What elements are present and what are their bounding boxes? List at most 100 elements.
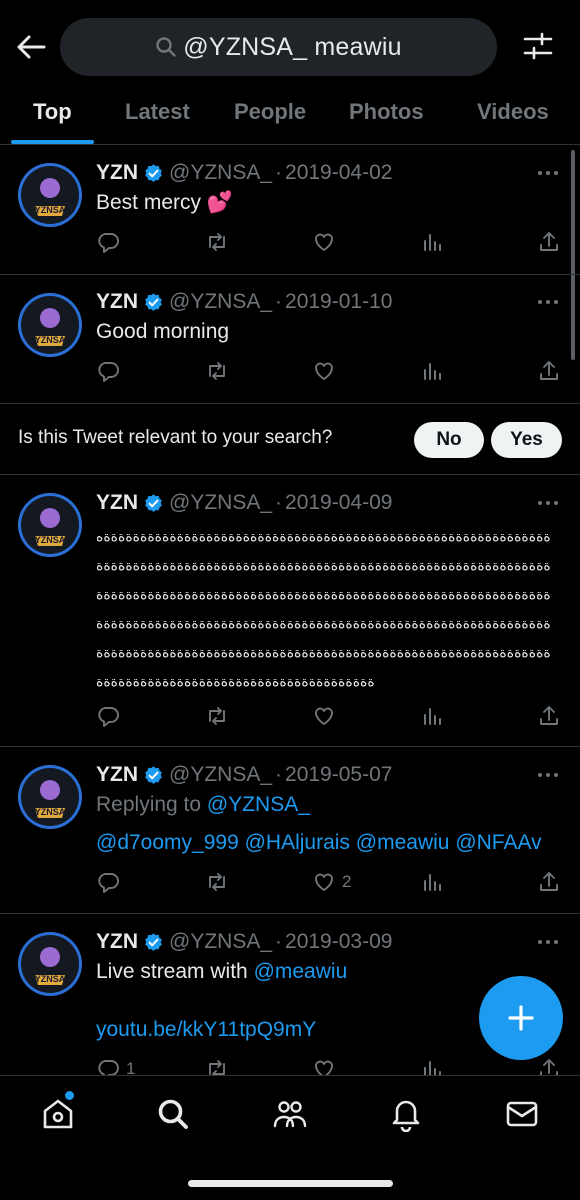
reply-button[interactable] xyxy=(96,703,120,729)
like-button[interactable] xyxy=(312,229,336,255)
avatar[interactable]: YZNSA xyxy=(18,163,82,227)
compose-button[interactable] xyxy=(479,976,563,1060)
avatar[interactable]: YZNSA xyxy=(18,493,82,557)
mention-link[interactable]: @NFAAv xyxy=(455,831,541,854)
nav-notifications[interactable] xyxy=(386,1094,426,1134)
handle[interactable]: @YZNSA_ xyxy=(169,763,272,787)
tweet[interactable]: YZNSA YZN @YZNSA_ · 2019-01-10 Good morn… xyxy=(0,275,580,404)
separator-dot: · xyxy=(275,930,283,953)
tab-videos[interactable]: Videos xyxy=(477,88,549,144)
share-button[interactable] xyxy=(537,869,561,895)
verified-badge-icon xyxy=(145,163,162,182)
yes-button[interactable]: Yes xyxy=(491,422,562,458)
nav-communities[interactable] xyxy=(270,1094,310,1134)
display-name[interactable]: YZN xyxy=(96,930,138,954)
separator-dot: · xyxy=(275,290,283,313)
tweet[interactable]: YZNSA YZN @YZNSA_ · 2019-05-07 Replying … xyxy=(0,747,580,914)
tweet-text-line: ةةةةةةةةةةةةةةةةةةةةةةةةةةةةةةةةةةةةةةةة… xyxy=(96,645,551,661)
like-icon xyxy=(315,707,333,725)
tab-latest[interactable]: Latest xyxy=(125,88,190,144)
tweet-text: Good morning xyxy=(96,320,230,343)
no-button[interactable]: No xyxy=(414,422,484,458)
tab-top[interactable]: Top xyxy=(33,88,72,144)
nav-search[interactable] xyxy=(153,1094,193,1134)
like-button[interactable] xyxy=(312,358,336,384)
views-button[interactable] xyxy=(420,358,444,384)
more-options-icon[interactable] xyxy=(536,498,560,508)
mention-link[interactable]: @meawiu xyxy=(356,831,450,854)
display-name[interactable]: YZN xyxy=(96,290,138,314)
like-count: 2 xyxy=(342,872,352,891)
reply-button[interactable] xyxy=(96,229,120,255)
like-icon xyxy=(315,362,333,380)
external-link[interactable]: youtu.be/kkY11tpQ9mY xyxy=(96,1015,316,1045)
tweet-text-line: ةةةةةةةةةةةةةةةةةةةةةةةةةةةةةةةةةةةةةةةة… xyxy=(96,587,551,603)
youtube-link[interactable]: youtu.be/kkY11tpQ9mY xyxy=(96,1018,316,1041)
tab-photos[interactable]: Photos xyxy=(349,88,424,144)
views-button[interactable] xyxy=(420,703,444,729)
replying-to-mention[interactable]: @YZNSA_ xyxy=(207,793,310,816)
avatar[interactable]: YZNSA xyxy=(18,765,82,829)
avatar[interactable]: YZNSA xyxy=(18,293,82,357)
communities-icon xyxy=(273,1101,307,1128)
share-icon xyxy=(540,361,558,380)
separator-dot: · xyxy=(275,161,283,184)
reply-button[interactable] xyxy=(96,358,120,384)
reply-button[interactable] xyxy=(96,869,120,895)
tweet-date[interactable]: 2019-04-02 xyxy=(285,161,392,185)
verified-badge-icon xyxy=(145,292,162,311)
retweet-button[interactable] xyxy=(205,703,229,729)
tweet-date[interactable]: 2019-05-07 xyxy=(285,763,392,787)
display-name[interactable]: YZN xyxy=(96,763,138,787)
views-button[interactable] xyxy=(420,869,444,895)
avatar[interactable]: YZNSA xyxy=(18,932,82,996)
display-name[interactable]: YZN xyxy=(96,491,138,515)
share-button[interactable] xyxy=(537,229,561,255)
more-options-icon[interactable] xyxy=(536,168,560,178)
svg-text:YZNSA: YZNSA xyxy=(35,807,66,817)
share-button[interactable] xyxy=(537,358,561,384)
search-tabs: Top Latest People Photos Videos xyxy=(0,88,580,144)
tweet-date[interactable]: 2019-01-10 xyxy=(285,290,392,314)
nav-home[interactable] xyxy=(38,1094,78,1134)
handle[interactable]: @YZNSA_ xyxy=(169,290,272,314)
share-button[interactable] xyxy=(537,703,561,729)
avatar-logo-icon: YZNSA xyxy=(35,508,66,546)
tweet-date[interactable]: 2019-04-09 xyxy=(285,491,392,515)
like-button[interactable]: 2 xyxy=(312,869,351,895)
mention-link[interactable]: @meawiu xyxy=(254,960,348,983)
handle[interactable]: @YZNSA_ xyxy=(169,930,272,954)
tweet-text-prefix: Live stream with xyxy=(96,960,254,983)
tweet-text-line: ةةةةةةةةةةةةةةةةةةةةةةةةةةةةةةةةةةةةةةةة… xyxy=(96,529,551,545)
display-name[interactable]: YZN xyxy=(96,161,138,185)
verified-badge-icon xyxy=(145,765,162,784)
more-options-icon[interactable] xyxy=(536,770,560,780)
retweet-button[interactable] xyxy=(205,229,229,255)
more-options-icon[interactable] xyxy=(536,297,560,307)
handle[interactable]: @YZNSA_ xyxy=(169,161,272,185)
handle[interactable]: @YZNSA_ xyxy=(169,491,272,515)
mention-link[interactable]: @d7oomy_999 xyxy=(96,831,239,854)
retweet-icon xyxy=(209,707,225,725)
retweet-button[interactable] xyxy=(205,358,229,384)
search-icon xyxy=(155,36,177,58)
svg-text:YZNSA: YZNSA xyxy=(35,974,66,984)
views-icon xyxy=(424,874,441,891)
like-button[interactable] xyxy=(312,703,336,729)
mention-link[interactable]: @HAljurais xyxy=(245,831,350,854)
reply-icon xyxy=(98,362,119,382)
relevance-prompt: Is this Tweet relevant to your search? N… xyxy=(0,404,580,475)
filter-sliders-icon[interactable] xyxy=(522,30,554,62)
nav-messages[interactable] xyxy=(502,1094,542,1134)
search-input[interactable]: @YZNSA_ meawiu xyxy=(60,18,497,76)
views-button[interactable] xyxy=(420,229,444,255)
tab-people[interactable]: People xyxy=(234,88,306,144)
tweet[interactable]: YZNSA YZN @YZNSA_ · 2019-04-09 ةةةةةةةةة… xyxy=(0,475,580,747)
tweet-date[interactable]: 2019-03-09 xyxy=(285,930,392,954)
replying-to-label: Replying to xyxy=(96,793,207,816)
back-arrow-icon[interactable] xyxy=(14,30,48,64)
retweet-button[interactable] xyxy=(205,869,229,895)
tweet[interactable]: YZNSA YZN @YZNSA_ · 2019-04-02 Best merc… xyxy=(0,145,580,275)
more-options-icon[interactable] xyxy=(536,937,560,947)
home-indicator[interactable] xyxy=(188,1180,393,1187)
